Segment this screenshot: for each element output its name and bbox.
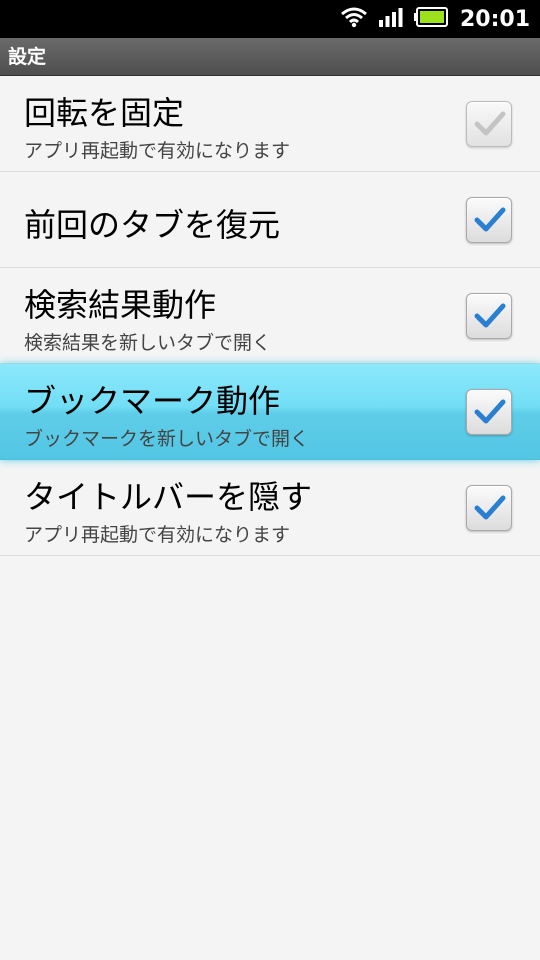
setting-rotation-lock[interactable]: 回転を固定 アプリ再起動で有効になります (0, 76, 540, 172)
status-time: 20:01 (459, 6, 530, 32)
setting-checkbox[interactable] (466, 485, 512, 531)
check-icon (474, 303, 506, 328)
title-bar: 設定 (0, 38, 540, 76)
check-icon (474, 399, 506, 424)
setting-restore-tabs[interactable]: 前回のタブを復元 (0, 172, 540, 268)
setting-subtitle: アプリ再起動で有効になります (24, 524, 291, 546)
check-icon (474, 207, 506, 232)
settings-list: 回転を固定 アプリ再起動で有効になります 前回のタブを復元 検索結果動作 検索結… (0, 76, 540, 556)
setting-title: 検索結果動作 (24, 286, 217, 324)
status-bar: 20:01 (0, 0, 540, 38)
setting-hide-title-bar[interactable]: タイトルバーを隠す アプリ再起動で有効になります (0, 460, 540, 556)
setting-title: 回転を固定 (24, 94, 185, 132)
signal-icon (378, 7, 404, 31)
setting-subtitle: アプリ再起動で有効になります (24, 140, 291, 162)
setting-title: タイトルバーを隠す (24, 478, 313, 516)
setting-search-result-behavior[interactable]: 検索結果動作 検索結果を新しいタブで開く (0, 268, 540, 364)
setting-subtitle: ブックマークを新しいタブで開く (24, 428, 310, 450)
setting-checkbox[interactable] (466, 293, 512, 339)
check-icon (474, 111, 506, 136)
page-title: 設定 (8, 46, 47, 68)
setting-checkbox[interactable] (466, 389, 512, 435)
status-icons: 20:01 (340, 0, 530, 38)
setting-title: ブックマーク動作 (24, 382, 281, 420)
setting-bookmark-behavior[interactable]: ブックマーク動作 ブックマークを新しいタブで開く (0, 364, 540, 460)
check-icon (474, 495, 506, 520)
setting-checkbox[interactable] (466, 197, 512, 243)
setting-title: 前回のタブを復元 (24, 206, 281, 244)
wifi-icon (340, 6, 368, 32)
battery-icon (413, 7, 448, 31)
setting-checkbox[interactable] (466, 101, 512, 147)
setting-subtitle: 検索結果を新しいタブで開く (24, 332, 272, 354)
